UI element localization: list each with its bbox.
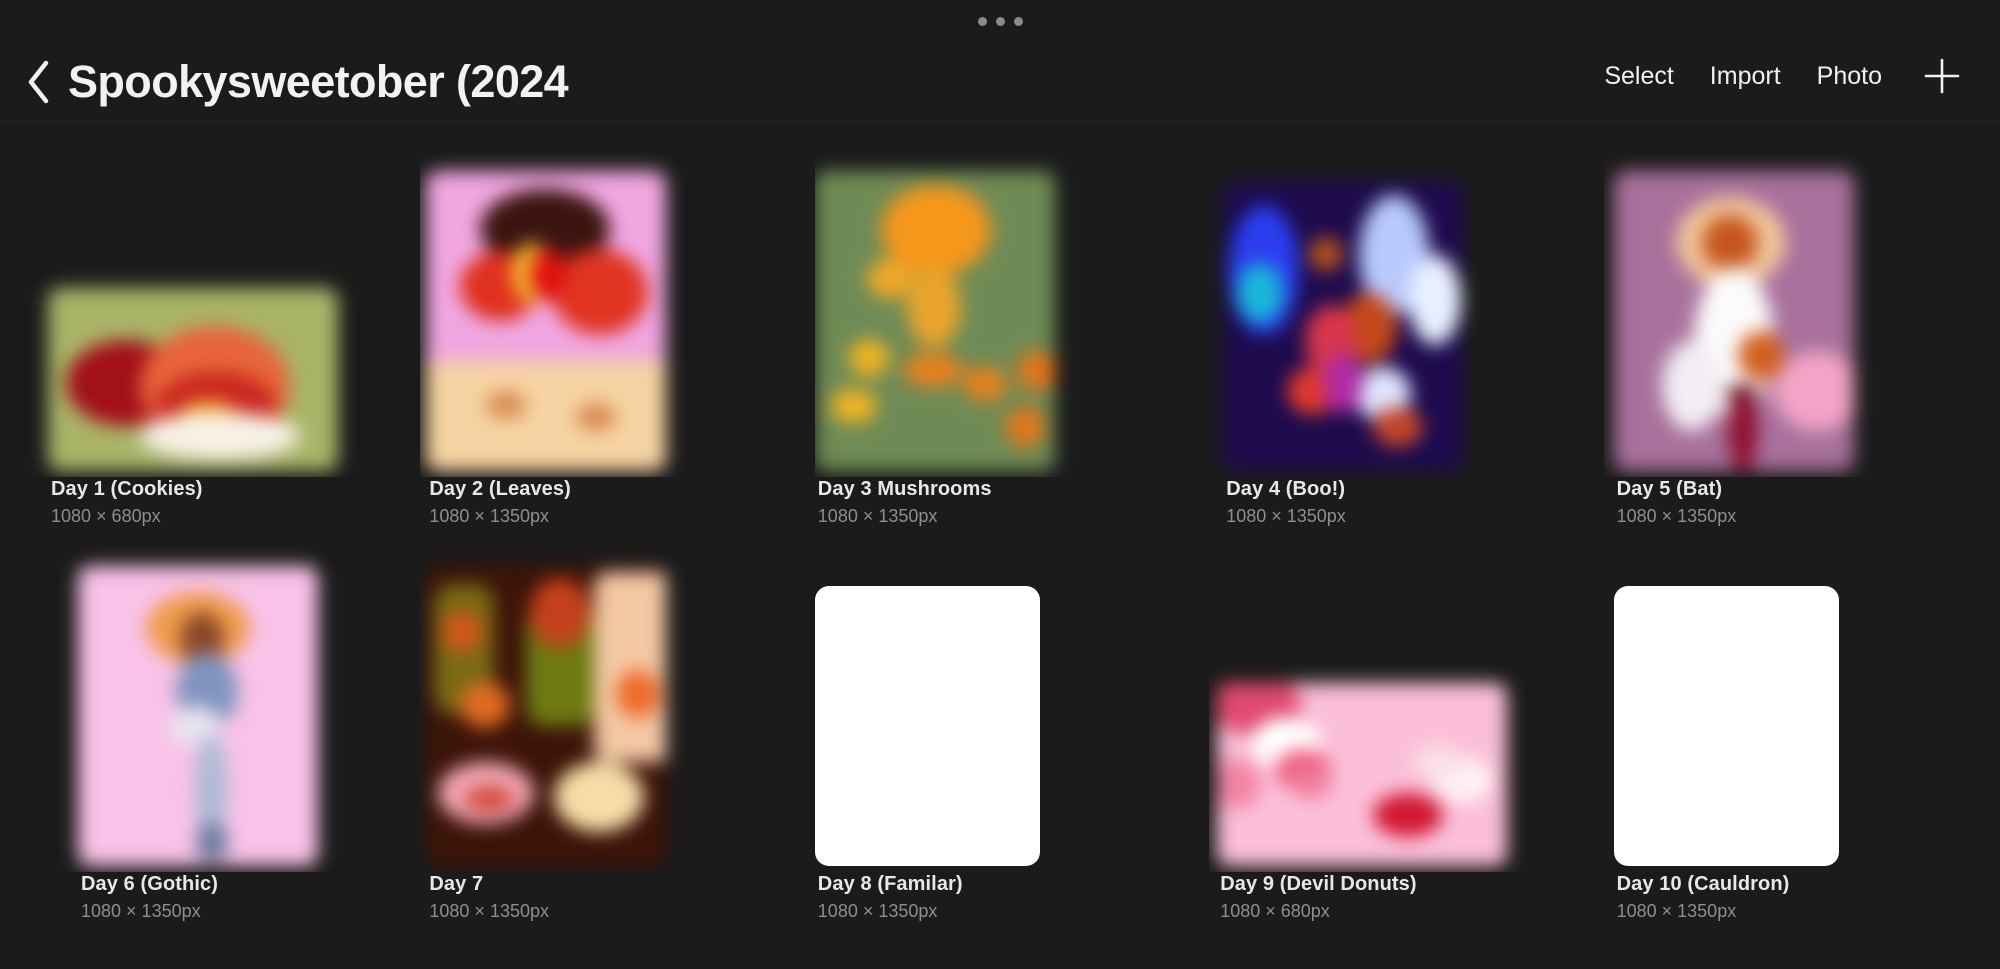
photo-meta: Day 9 (Devil Donuts) 1080 × 680px bbox=[1209, 872, 1579, 923]
photo-thumbnail-blank[interactable] bbox=[814, 585, 1040, 866]
photo-dimensions: 1080 × 1350px bbox=[817, 900, 938, 921]
photo-thumbnail[interactable] bbox=[1613, 170, 1854, 471]
photo-button[interactable]: Photo bbox=[1799, 56, 1900, 97]
drag-dot bbox=[977, 16, 987, 26]
import-button[interactable]: Import bbox=[1692, 56, 1799, 97]
photo-meta: Day 6 (Gothic) 1080 × 1350px bbox=[26, 872, 396, 923]
photo-cell[interactable]: Day 4 (Boo!) 1080 × 1350px bbox=[1209, 134, 1579, 534]
photo-title: Day 3 Mushrooms bbox=[817, 477, 992, 500]
photo-thumbnail[interactable] bbox=[814, 170, 1055, 471]
photo-cell[interactable]: Day 9 (Devil Donuts) 1080 × 680px bbox=[1209, 534, 1579, 929]
photo-cell[interactable]: Day 6 (Gothic) 1080 × 1350px bbox=[26, 534, 396, 929]
photo-dimensions: 1080 × 1350px bbox=[1226, 505, 1346, 526]
photo-meta: Day 3 Mushrooms 1080 × 1350px bbox=[815, 477, 1185, 528]
photo-title: Day 6 (Gothic) bbox=[81, 872, 218, 895]
top-bar-actions: Select Import Photo bbox=[1586, 50, 1970, 107]
photo-meta: Day 1 (Cookies) 1080 × 680px bbox=[26, 477, 396, 528]
photo-meta: Day 10 (Cauldron) 1080 × 1350px bbox=[1604, 872, 1974, 923]
photo-dimensions: 1080 × 1350px bbox=[429, 505, 550, 526]
photo-dimensions: 1080 × 1350px bbox=[1616, 900, 1737, 921]
photo-dimensions: 1080 × 1350px bbox=[817, 505, 938, 526]
photo-thumbnail[interactable] bbox=[1223, 180, 1464, 471]
photo-dimensions: 1080 × 1350px bbox=[81, 900, 201, 921]
photo-title: Day 4 (Boo!) bbox=[1226, 477, 1346, 500]
photo-cell[interactable]: Day 7 1080 × 1350px bbox=[420, 534, 790, 929]
photo-thumbnail[interactable] bbox=[426, 170, 667, 471]
photo-title: Day 1 (Cookies) bbox=[51, 477, 203, 500]
photo-dimensions: 1080 × 1350px bbox=[1616, 505, 1737, 526]
page-title: Spookysweetober (2024 bbox=[68, 56, 569, 108]
photo-thumbnail[interactable] bbox=[78, 565, 318, 866]
photo-title: Day 10 (Cauldron) bbox=[1616, 872, 1790, 895]
thumbnail-wrap bbox=[1604, 534, 1974, 872]
photo-dimensions: 1080 × 1350px bbox=[429, 900, 550, 921]
photo-thumbnail-blank[interactable] bbox=[1613, 585, 1839, 866]
thumbnail-wrap bbox=[420, 134, 790, 477]
select-button[interactable]: Select bbox=[1586, 56, 1691, 97]
photo-cell[interactable]: Day 5 (Bat) 1080 × 1350px bbox=[1604, 134, 1974, 534]
photo-cell[interactable]: Day 2 (Leaves) 1080 × 1350px bbox=[420, 134, 790, 534]
plus-icon[interactable] bbox=[1914, 50, 1970, 102]
grid-row: Day 6 (Gothic) 1080 × 1350px Day 7 1080 … bbox=[26, 534, 1974, 934]
thumbnail-wrap bbox=[1604, 134, 1974, 477]
photo-meta: Day 7 1080 × 1350px bbox=[420, 872, 790, 923]
photo-dimensions: 1080 × 680px bbox=[51, 505, 161, 526]
photo-cell[interactable]: Day 1 (Cookies) 1080 × 680px bbox=[26, 134, 396, 534]
photo-cell[interactable]: Day 8 (Familar) 1080 × 1350px bbox=[814, 534, 1185, 929]
photo-meta: Day 5 (Bat) 1080 × 1350px bbox=[1604, 477, 1974, 528]
title-group: Spookysweetober (2024 bbox=[22, 57, 1586, 107]
thumbnail-wrap bbox=[814, 534, 1185, 872]
thumbnail-wrap bbox=[26, 134, 396, 477]
photo-title: Day 9 (Devil Donuts) bbox=[1220, 872, 1417, 895]
photo-dimensions: 1080 × 680px bbox=[1220, 900, 1330, 921]
photo-gallery-window: Spookysweetober (2024 Select Import Phot… bbox=[0, 0, 2000, 969]
photo-title: Day 2 (Leaves) bbox=[429, 477, 571, 500]
chevron-left-icon[interactable] bbox=[22, 57, 56, 107]
photo-meta: Day 8 (Familar) 1080 × 1350px bbox=[815, 872, 1185, 923]
grid-row: Day 1 (Cookies) 1080 × 680px Day 2 (Leav… bbox=[26, 134, 1974, 534]
window-drag-handle[interactable] bbox=[0, 11, 2000, 31]
photo-cell[interactable]: Day 3 Mushrooms 1080 × 1350px bbox=[814, 134, 1185, 534]
drag-dot bbox=[1013, 16, 1023, 26]
photo-grid: Day 1 (Cookies) 1080 × 680px Day 2 (Leav… bbox=[0, 122, 2000, 969]
drag-dot bbox=[995, 16, 1005, 26]
thumbnail-wrap bbox=[814, 134, 1185, 477]
photo-thumbnail[interactable] bbox=[426, 565, 667, 866]
thumbnail-wrap bbox=[420, 534, 790, 872]
photo-meta: Day 4 (Boo!) 1080 × 1350px bbox=[1209, 477, 1579, 528]
thumbnail-wrap bbox=[1209, 534, 1579, 872]
photo-cell[interactable]: Day 10 (Cauldron) 1080 × 1350px bbox=[1604, 534, 1974, 929]
photo-thumbnail[interactable] bbox=[1217, 682, 1508, 866]
thumbnail-wrap bbox=[1209, 134, 1579, 477]
photo-meta: Day 2 (Leaves) 1080 × 1350px bbox=[420, 477, 790, 528]
thumbnail-wrap bbox=[26, 534, 396, 872]
photo-title: Day 8 (Familar) bbox=[817, 872, 963, 895]
photo-thumbnail[interactable] bbox=[48, 287, 338, 471]
photo-title: Day 7 bbox=[429, 872, 484, 895]
photo-title: Day 5 (Bat) bbox=[1616, 477, 1723, 500]
